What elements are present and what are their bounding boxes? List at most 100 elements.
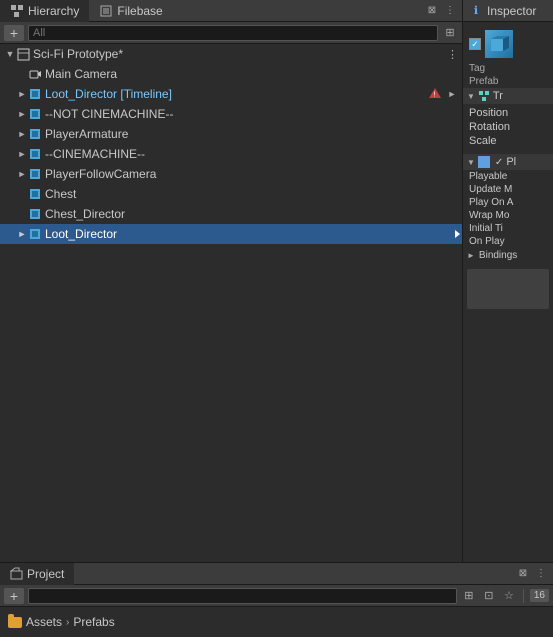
cursor-indicator [452,229,462,239]
inspector-content: Tag Prefab Tr Position [463,22,553,562]
not-cinemachine-label: --NOT CINEMACHINE-- [45,107,462,121]
player-armature-label: PlayerArmature [45,127,462,141]
cube-icon-not-cinemachine [28,107,42,121]
initial-time-label: Initial Ti [469,223,503,234]
pl-checkbox[interactable]: ✓ [495,157,503,168]
rotation-label: Rotation [469,121,510,133]
pl-section-header[interactable]: ✓ Pl [463,154,553,170]
project-content: Assets › Prefabs [0,607,553,637]
tree-item-main-camera[interactable]: Main Camera [0,64,462,84]
tag-label: Tag [469,63,485,74]
inspector-tab-label: Inspector [487,4,536,18]
hierarchy-panel: Hierarchy Filebase ⊠ ⋮ + ⊞ [0,0,463,562]
tree-item-player-armature[interactable]: PlayerArmature [0,124,462,144]
expand-not-cinemachine[interactable] [16,108,28,120]
project-filter2-icon[interactable]: ⊡ [481,588,497,604]
tab-filebase[interactable]: Filebase [89,0,172,22]
tree-item-chest[interactable]: Chest [0,184,462,204]
inspector-bottom-area [467,269,549,309]
main-camera-label: Main Camera [45,67,462,81]
expand-cinemachine[interactable] [16,148,28,160]
scene-icon [16,47,30,61]
pl-label: Pl [506,156,516,168]
wrap-mode-prop: Wrap Mo [463,209,553,222]
expand-sci-fi[interactable] [4,48,16,60]
project-lock-icon[interactable]: ⊠ [515,566,531,582]
hierarchy-dots-icon[interactable]: ⋮ [442,3,458,19]
active-checkbox[interactable] [469,38,481,50]
project-panel: Project ⊠ ⋮ + ⊞ ⊡ ☆ 16 Assets › Prefabs [0,562,553,637]
cube-icon-loot-timeline [28,87,42,101]
expand-player-armature[interactable] [16,128,28,140]
camera-icon [28,67,42,81]
sci-fi-label: Sci-Fi Prototype* [33,47,447,61]
breadcrumb-assets[interactable]: Assets [26,615,62,629]
toolbar-divider [523,589,524,603]
project-tab-label: Project [27,567,64,581]
rotation-row: Rotation [463,120,553,134]
tree-item-player-follow-camera[interactable]: PlayerFollowCamera [0,164,462,184]
initial-time-prop: Initial Ti [463,222,553,235]
inspector-tab-bar: ℹ Inspector [463,0,553,22]
add-button[interactable]: + [4,25,24,41]
transform-arrow [467,92,475,101]
project-search-input[interactable] [28,588,457,604]
search-input[interactable] [28,25,438,41]
tab-project[interactable]: Project [0,563,74,585]
position-label: Position [469,107,508,119]
hierarchy-tab-label: Hierarchy [28,4,79,18]
info-icon: ℹ [469,4,483,18]
tree-item-not-cinemachine[interactable]: --NOT CINEMACHINE-- [0,104,462,124]
assets-folder-icon [8,617,22,628]
filebase-tab-icon [99,4,113,18]
search-filter-icon[interactable]: ⊞ [442,25,458,41]
scale-label: Scale [469,135,497,147]
bindings-row[interactable]: ► Bindings [463,248,553,263]
scale-row: Scale [463,134,553,148]
cube-icon-chest-director [28,207,42,221]
tree-item-cinemachine[interactable]: --CINEMACHINE-- [0,144,462,164]
hierarchy-lock-icon[interactable]: ⊠ [424,3,440,19]
transform-section-header[interactable]: Tr [463,88,553,104]
chevron-right-loot-timeline: ► [446,88,458,100]
project-dots-icon[interactable]: ⋮ [533,566,549,582]
hierarchy-tab-actions: ⊠ ⋮ [424,3,462,19]
project-tab-bar: Project ⊠ ⋮ [0,563,553,585]
object-cube-icon [485,30,513,58]
chest-director-label: Chest_Director [45,207,462,221]
badge-count: 16 [530,589,549,602]
play-on-awake-label: Play On A [469,197,513,208]
expand-loot-director-timeline[interactable] [16,88,28,100]
tab-hierarchy[interactable]: Hierarchy [0,0,89,22]
tree-item-sci-fi[interactable]: Sci-Fi Prototype* ⋮ [0,44,462,64]
project-tab-actions: ⊠ ⋮ [515,566,553,582]
tree-item-chest-director[interactable]: Chest_Director [0,204,462,224]
project-star-icon[interactable]: ☆ [501,588,517,604]
warning-icon: ! [428,87,442,102]
tree-item-loot-director-timeline[interactable]: Loot_Director [Timeline] ! ► [0,84,462,104]
cube-icon-player-follow [28,167,42,181]
cube-icon-loot-director [28,227,42,241]
transform-label: Tr [493,90,503,102]
position-row: Position [463,106,553,120]
chest-label: Chest [45,187,462,201]
cube-icon-cinemachine [28,147,42,161]
inspector-panel: ℹ Inspector Tag Prefa [463,0,553,562]
playable-director-section: ✓ Pl Playable Update M Play On A Wrap Mo… [463,154,553,263]
svg-text:!: ! [434,91,436,98]
project-add-button[interactable]: + [4,588,24,604]
pl-arrow [467,158,475,167]
breadcrumb-prefabs[interactable]: Prefabs [73,615,114,629]
sci-fi-menu[interactable]: ⋮ [447,48,458,61]
inspector-tag-row: Tag [463,62,553,75]
player-follow-camera-label: PlayerFollowCamera [45,167,462,181]
project-filter1-icon[interactable]: ⊞ [461,588,477,604]
filebase-tab-label: Filebase [117,4,162,18]
inspector-prefab-row: Prefab [463,75,553,88]
tree-item-loot-director[interactable]: Loot_Director [0,224,462,244]
expand-loot-director[interactable] [16,228,28,240]
wrap-mode-label: Wrap Mo [469,210,509,221]
play-on-awake-prop: Play On A [463,196,553,209]
cube-icon-player-armature [28,127,42,141]
expand-player-follow-camera[interactable] [16,168,28,180]
